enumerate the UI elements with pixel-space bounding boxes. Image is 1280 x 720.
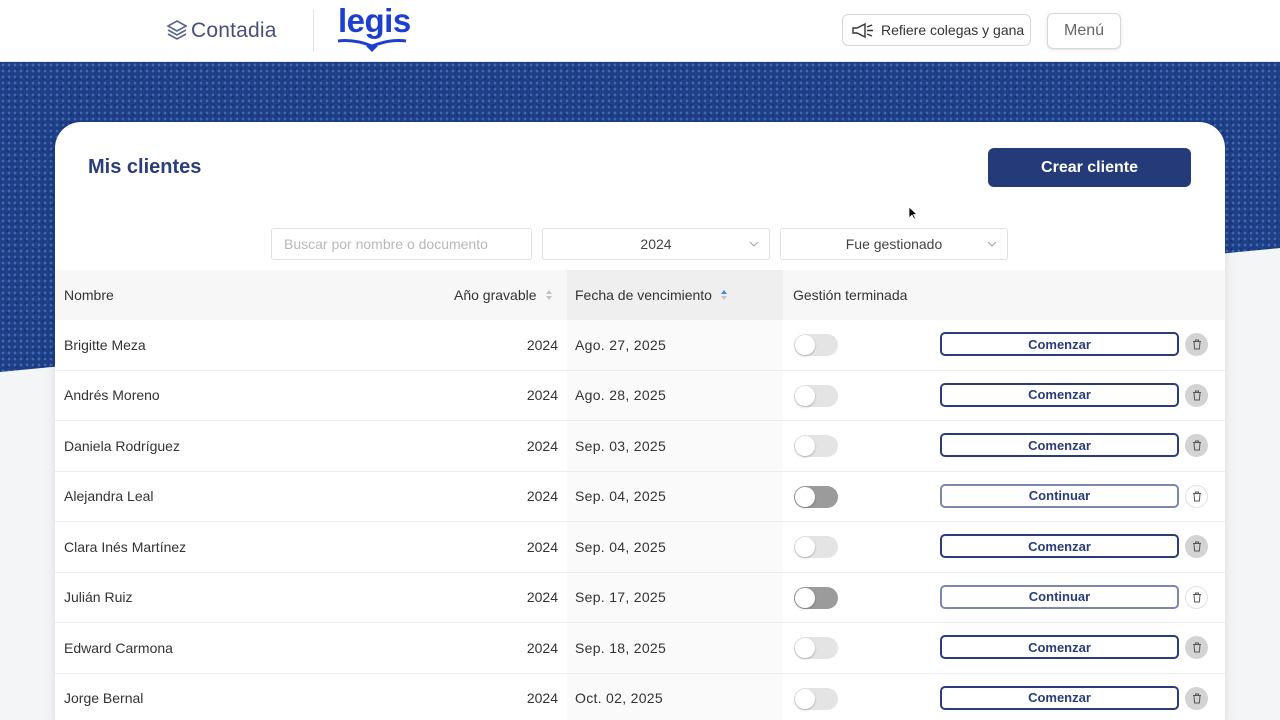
delete-button[interactable] bbox=[1185, 686, 1208, 710]
start-button[interactable]: Comenzar bbox=[940, 332, 1179, 356]
management-done-toggle[interactable] bbox=[794, 637, 838, 659]
tax-year: 2024 bbox=[526, 387, 558, 404]
trash-icon bbox=[1192, 339, 1201, 350]
due-date: Sep. 04, 2025 bbox=[575, 488, 667, 505]
clients-table-body: Brigitte Meza 2024 Ago. 27, 2025 Comenzar An… bbox=[55, 320, 1225, 720]
column-header-year-label: Año gravable bbox=[454, 287, 537, 303]
table-header: Nombre Año gravable Fecha de vencimiento… bbox=[55, 270, 1225, 320]
column-header-done: Gestión terminada bbox=[793, 287, 908, 303]
client-name: Clara Inés Martínez bbox=[64, 538, 187, 555]
search-input[interactable] bbox=[271, 228, 532, 260]
management-done-toggle[interactable] bbox=[794, 536, 838, 558]
column-header-due-date-label: Fecha de vencimiento bbox=[575, 287, 712, 303]
tax-year: 2024 bbox=[526, 488, 558, 505]
create-client-button[interactable]: Crear cliente bbox=[988, 148, 1191, 187]
trash-icon bbox=[1192, 440, 1201, 451]
column-header-name: Nombre bbox=[64, 287, 114, 303]
tax-year: 2024 bbox=[526, 538, 558, 555]
refer-colleagues-label: Refiere colegas y gana bbox=[881, 22, 1025, 38]
client-name: Jorge Bernal bbox=[64, 690, 144, 707]
tax-year: 2024 bbox=[526, 589, 558, 606]
year-filter-value: 2024 bbox=[640, 236, 672, 252]
legis-logo-text: legis bbox=[338, 2, 411, 39]
management-done-toggle[interactable] bbox=[794, 384, 838, 407]
legis-logo[interactable]: legis bbox=[336, 2, 411, 56]
client-name: Andrés Moreno bbox=[64, 387, 160, 404]
client-name: Alejandra Leal bbox=[64, 488, 154, 505]
table-row: Daniela Rodríguez 2024 Sep. 03, 2025 Comenz… bbox=[55, 421, 1225, 472]
contadia-logo[interactable]: Contadia bbox=[166, 17, 277, 45]
client-name: Edward Carmona bbox=[64, 639, 173, 656]
table-row: Jorge Bernal 2024 Oct. 02, 2025 Comenzar bbox=[55, 673, 1225, 720]
year-filter-select[interactable]: 2024 bbox=[542, 228, 770, 260]
management-done-toggle[interactable] bbox=[794, 485, 838, 508]
trash-icon bbox=[1192, 541, 1201, 552]
management-done-toggle[interactable] bbox=[794, 435, 838, 457]
table-row: Alejandra Leal 2024 Sep. 04, 2025 Continuar bbox=[55, 471, 1225, 522]
delete-button[interactable] bbox=[1185, 484, 1208, 508]
due-date: Sep. 18, 2025 bbox=[575, 639, 667, 656]
clients-card: Mis clientes Crear cliente 2024 Fue gest… bbox=[55, 122, 1225, 720]
due-date: Sep. 04, 2025 bbox=[575, 538, 667, 555]
continue-button[interactable]: Continuar bbox=[940, 483, 1179, 508]
client-name: Brigitte Meza bbox=[64, 336, 146, 353]
trash-icon bbox=[1192, 592, 1201, 602]
trash-icon bbox=[1192, 693, 1201, 703]
column-header-due-date[interactable]: Fecha de vencimiento bbox=[567, 270, 783, 320]
start-button[interactable]: Comenzar bbox=[940, 382, 1179, 407]
tax-year: 2024 bbox=[526, 639, 558, 656]
due-date: Ago. 28, 2025 bbox=[575, 387, 667, 404]
delete-button[interactable] bbox=[1185, 585, 1208, 609]
table-row: Clara Inés Martínez 2024 Sep. 04, 2025 Come… bbox=[55, 522, 1225, 573]
logo-divider bbox=[313, 10, 314, 52]
table-row: Julián Ruiz 2024 Sep. 17, 2025 Continuar bbox=[55, 572, 1225, 623]
due-date: Oct. 02, 2025 bbox=[575, 690, 663, 707]
delete-button[interactable] bbox=[1185, 333, 1208, 356]
start-button[interactable]: Comenzar bbox=[940, 685, 1179, 710]
due-date: Ago. 27, 2025 bbox=[575, 336, 667, 353]
continue-button[interactable]: Continuar bbox=[940, 584, 1179, 609]
sort-icon bbox=[545, 290, 552, 300]
management-done-toggle[interactable] bbox=[794, 586, 838, 609]
menu-button[interactable]: Menú bbox=[1047, 13, 1121, 49]
trash-icon bbox=[1192, 390, 1201, 400]
delete-button[interactable] bbox=[1185, 636, 1208, 659]
start-button[interactable]: Comenzar bbox=[940, 635, 1179, 659]
client-name: Daniela Rodríguez bbox=[64, 437, 180, 454]
table-row: Edward Carmona 2024 Sep. 18, 2025 Comenzar bbox=[55, 623, 1225, 674]
due-date: Sep. 17, 2025 bbox=[575, 589, 667, 606]
management-done-toggle[interactable] bbox=[794, 334, 838, 356]
contadia-logo-text: Contadia bbox=[191, 19, 277, 42]
delete-button[interactable] bbox=[1185, 535, 1208, 558]
trash-icon bbox=[1192, 642, 1201, 653]
client-name: Julián Ruiz bbox=[64, 589, 133, 606]
delete-button[interactable] bbox=[1185, 434, 1208, 457]
start-button[interactable]: Comenzar bbox=[940, 433, 1179, 457]
mouse-cursor-icon bbox=[908, 206, 918, 220]
tax-year: 2024 bbox=[526, 336, 558, 353]
top-bar: Contadia legis Refiere colegas y gana Me… bbox=[0, 0, 1280, 62]
status-filter-value: Fue gestionado bbox=[845, 236, 943, 252]
start-button[interactable]: Comenzar bbox=[940, 534, 1179, 558]
tax-year: 2024 bbox=[526, 690, 558, 707]
sort-ascending-icon bbox=[720, 290, 727, 300]
due-date: Sep. 03, 2025 bbox=[575, 437, 667, 454]
trash-icon bbox=[1192, 491, 1201, 501]
refer-colleagues-button[interactable]: Refiere colegas y gana bbox=[842, 14, 1031, 46]
tax-year: 2024 bbox=[526, 437, 558, 454]
delete-button[interactable] bbox=[1185, 383, 1208, 407]
megaphone-icon bbox=[852, 22, 873, 38]
management-done-toggle[interactable] bbox=[794, 687, 838, 710]
chevron-down-icon bbox=[987, 241, 997, 247]
contadia-logo-icon bbox=[166, 20, 188, 40]
table-row: Andrés Moreno 2024 Ago. 28, 2025 Comenzar bbox=[55, 370, 1225, 421]
page-title: Mis clientes bbox=[88, 156, 202, 178]
legis-book-icon bbox=[337, 39, 407, 52]
column-header-year[interactable]: Año gravable bbox=[454, 270, 554, 320]
table-row: Brigitte Meza 2024 Ago. 27, 2025 Comenzar bbox=[55, 320, 1225, 371]
chevron-down-icon bbox=[749, 241, 759, 247]
status-filter-select[interactable]: Fue gestionado bbox=[780, 228, 1008, 260]
